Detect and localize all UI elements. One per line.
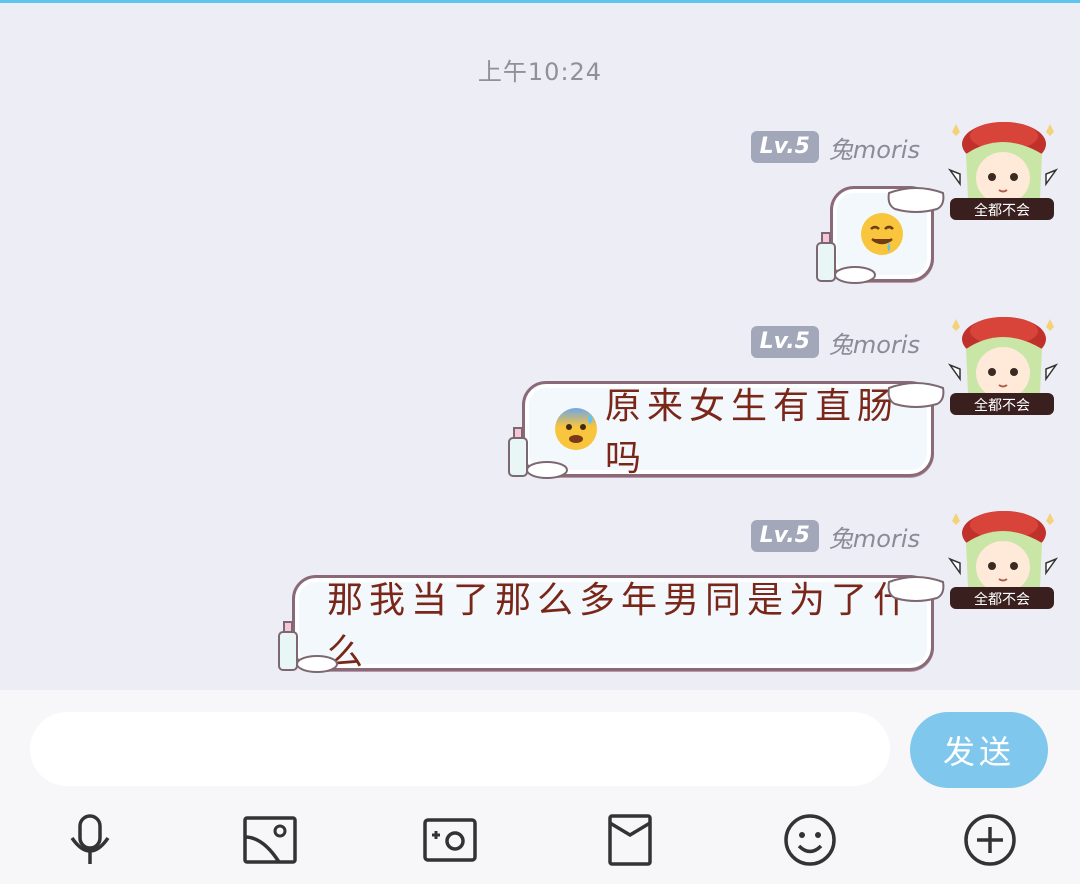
- goggles-decoration: [887, 382, 945, 408]
- sender-nickname[interactable]: 兔moris: [829, 130, 920, 165]
- goggles-decoration: [887, 576, 945, 602]
- message-bubble[interactable]: [816, 186, 945, 284]
- message-timestamp: 上午10:24: [477, 58, 603, 86]
- sender-nickname[interactable]: 兔moris: [829, 519, 920, 554]
- sender-info: Lv.5 兔moris: [750, 519, 920, 554]
- avatar-caption: 全都不会: [974, 591, 1030, 608]
- image-icon: [243, 816, 297, 864]
- sender-nickname[interactable]: 兔moris: [829, 325, 920, 360]
- message-bubble[interactable]: 那我当了那么多年男同是为了什么: [278, 575, 945, 673]
- sanitizer-decoration: [278, 621, 338, 673]
- red-packet-button[interactable]: [600, 810, 660, 870]
- message-input[interactable]: [30, 712, 890, 786]
- camera-button[interactable]: [420, 810, 480, 870]
- camera-icon: [423, 818, 477, 862]
- send-button[interactable]: 发送: [910, 712, 1048, 788]
- sender-info: Lv.5 兔moris: [750, 325, 920, 360]
- sender-info: Lv.5 兔moris: [750, 130, 920, 165]
- goggles-decoration: [887, 187, 945, 213]
- message-text: 那我当了那么多年男同是为了什么: [327, 580, 916, 673]
- voice-button[interactable]: [60, 810, 120, 870]
- composer-bar: 发送: [0, 690, 1080, 884]
- avatar-caption: 全都不会: [974, 202, 1030, 219]
- avatar[interactable]: 全都不会: [946, 114, 1058, 226]
- sanitizer-decoration: [816, 232, 876, 284]
- avatar-caption: 全都不会: [974, 397, 1030, 414]
- image-button[interactable]: [240, 810, 300, 870]
- sanitizer-decoration: [508, 427, 568, 479]
- message-text: 原来女生有直肠吗: [605, 386, 900, 479]
- emoji-button[interactable]: [780, 810, 840, 870]
- top-accent-line: [0, 0, 1080, 3]
- more-button[interactable]: [960, 810, 1020, 870]
- emoji-icon: [784, 814, 836, 866]
- level-badge: Lv.5: [750, 326, 819, 358]
- composer-toolbar: [0, 806, 1080, 870]
- level-badge: Lv.5: [750, 520, 819, 552]
- level-badge: Lv.5: [750, 131, 819, 163]
- message-bubble[interactable]: 原来女生有直肠吗: [508, 381, 945, 479]
- avatar[interactable]: 全都不会: [946, 309, 1058, 421]
- plus-icon: [964, 814, 1016, 866]
- avatar[interactable]: 全都不会: [946, 503, 1058, 615]
- red-packet-icon: [608, 814, 652, 866]
- microphone-icon: [70, 814, 110, 864]
